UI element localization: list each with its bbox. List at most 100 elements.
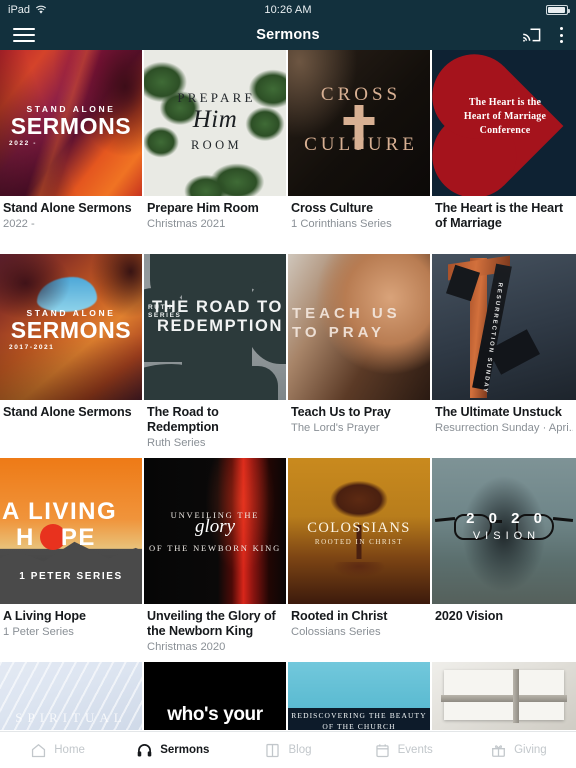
artwork-text: VISION bbox=[472, 530, 541, 542]
series-artwork[interactable]: RUTH SERIES THE ROAD TO REDEMPTION bbox=[144, 254, 286, 400]
series-card[interactable]: SPIRITUAL bbox=[0, 662, 144, 730]
series-card[interactable]: PREPARE Him ROOM Prepare Him Room Christ… bbox=[144, 50, 288, 254]
series-grid-partial-row: SPIRITUAL who's your REDISCOVERING THE B… bbox=[0, 662, 576, 730]
series-meta: Unveiling the Glory of the Newborn King … bbox=[144, 604, 288, 662]
series-meta: Stand Alone Sermons 2022 - bbox=[0, 196, 144, 254]
series-subtitle: 1 Peter Series bbox=[3, 626, 74, 638]
artwork-text: SERMONS bbox=[10, 113, 132, 139]
artwork-text: Him bbox=[192, 106, 238, 133]
series-artwork[interactable]: 2 0 2 0 VISION bbox=[432, 458, 576, 604]
artwork-text: SERMONS bbox=[10, 317, 132, 343]
series-artwork[interactable]: STAND ALONE SERMONS 2022 - bbox=[0, 50, 142, 196]
artwork-text: 2017-2021 bbox=[9, 344, 55, 351]
series-artwork[interactable]: who's your bbox=[144, 662, 286, 730]
artwork-text: The Heart is the Heart of Marriage Confe… bbox=[463, 97, 547, 136]
series-meta: Cross Culture 1 Corinthians Series bbox=[288, 196, 432, 254]
tab-giving[interactable]: Giving bbox=[461, 732, 576, 768]
tab-blog[interactable]: Blog bbox=[230, 732, 345, 768]
series-card[interactable]: STAND ALONE SERMONS 2017-2021 Stand Alon… bbox=[0, 254, 144, 458]
artwork-text: CULTURE bbox=[304, 134, 418, 155]
series-card[interactable]: A LIVING H PE 1 PETER SERIES A Living Ho… bbox=[0, 458, 144, 662]
series-artwork[interactable]: STAND ALONE SERMONS 2017-2021 bbox=[0, 254, 142, 400]
artwork-text: REDISCOVERING THE BEAUTY OF THE CHURCH bbox=[291, 711, 427, 730]
series-title: Prepare Him Room bbox=[147, 201, 259, 215]
series-artwork[interactable]: The Heart is the Heart of Marriage Confe… bbox=[432, 50, 576, 196]
app-bar-actions bbox=[522, 27, 563, 43]
tab-label: Home bbox=[54, 744, 85, 756]
series-subtitle: Colossians Series bbox=[291, 626, 381, 638]
book-icon bbox=[266, 743, 280, 757]
series-artwork[interactable]: RESURRECTION SUNDAY bbox=[432, 254, 576, 400]
series-artwork[interactable]: COLOSSIANS ROOTED IN CHRIST bbox=[288, 458, 430, 604]
series-meta: The Heart is the Heart of Marriage bbox=[432, 196, 576, 254]
series-meta: The Ultimate Unstuck Resurrection Sunday… bbox=[432, 400, 576, 458]
tab-label: Events bbox=[397, 744, 433, 756]
series-card[interactable] bbox=[432, 662, 576, 730]
series-card[interactable]: RESURRECTION SUNDAY The Ultimate Unstuck… bbox=[432, 254, 576, 458]
artwork-text: CROSS bbox=[320, 84, 402, 105]
page-title: Sermons bbox=[256, 27, 320, 43]
series-card[interactable]: who's your bbox=[144, 662, 288, 730]
series-card[interactable]: CROSS CULTURE Cross Culture 1 Corinthian… bbox=[288, 50, 432, 254]
series-card[interactable]: The Heart is the Heart of Marriage Confe… bbox=[432, 50, 576, 254]
series-title: Rooted in Christ bbox=[291, 609, 388, 623]
series-card[interactable]: COLOSSIANS ROOTED IN CHRIST Rooted in Ch… bbox=[288, 458, 432, 662]
series-title: Teach Us to Pray bbox=[291, 405, 391, 419]
series-title: Stand Alone Sermons bbox=[3, 405, 132, 419]
series-artwork[interactable]: REDISCOVERING THE BEAUTY OF THE CHURCH bbox=[288, 662, 430, 730]
series-meta: Stand Alone Sermons bbox=[0, 400, 144, 458]
artwork-text: TO PRAY bbox=[292, 324, 386, 341]
headphones-icon bbox=[137, 743, 152, 756]
series-artwork[interactable]: SPIRITUAL bbox=[0, 662, 142, 730]
series-card[interactable]: REDISCOVERING THE BEAUTY OF THE CHURCH bbox=[288, 662, 432, 730]
series-artwork[interactable]: UNVEILING THE glory OF THE NEWBORN KING bbox=[144, 458, 286, 604]
tab-label: Sermons bbox=[160, 744, 210, 756]
series-card[interactable]: STAND ALONE SERMONS 2022 - Stand Alone S… bbox=[0, 50, 144, 254]
artwork-text: TEACH US bbox=[292, 305, 401, 322]
artwork-text: ROOTED IN CHRIST bbox=[314, 538, 404, 546]
tab-events[interactable]: Events bbox=[346, 732, 461, 768]
calendar-icon bbox=[375, 743, 389, 757]
series-title: Stand Alone Sermons bbox=[3, 201, 132, 215]
series-card[interactable]: RUTH SERIES THE ROAD TO REDEMPTION The R… bbox=[144, 254, 288, 458]
series-artwork[interactable]: CROSS CULTURE bbox=[288, 50, 430, 196]
artwork-text: SPIRITUAL bbox=[15, 710, 127, 725]
series-artwork[interactable] bbox=[432, 662, 576, 730]
artwork-text: who's your bbox=[167, 704, 263, 725]
artwork-text: PREPARE bbox=[177, 90, 256, 105]
sermons-screen: iPad 10:26 AM Sermons STAND ALONE SERMON… bbox=[0, 0, 576, 768]
series-subtitle: Resurrection Sunday · Apri... bbox=[435, 422, 573, 434]
series-grid: STAND ALONE SERMONS 2022 - Stand Alone S… bbox=[0, 50, 576, 730]
series-card[interactable]: TEACH US TO PRAY Teach Us to Pray The Lo… bbox=[288, 254, 432, 458]
status-bar-right bbox=[546, 5, 570, 15]
series-title: The Ultimate Unstuck bbox=[435, 405, 562, 419]
artwork-text: OF THE NEWBORN KING bbox=[148, 543, 282, 553]
artwork-text: H PE bbox=[16, 524, 96, 551]
status-bar: iPad 10:26 AM bbox=[0, 0, 576, 20]
tab-sermons[interactable]: Sermons bbox=[115, 732, 230, 768]
artwork-text: glory bbox=[194, 516, 236, 537]
series-subtitle: The Lord's Prayer bbox=[291, 422, 380, 434]
status-bar-clock: 10:26 AM bbox=[264, 4, 312, 16]
series-meta: 2020 Vision bbox=[432, 604, 576, 662]
cast-icon[interactable] bbox=[522, 27, 541, 43]
series-artwork[interactable]: TEACH US TO PRAY bbox=[288, 254, 430, 400]
tab-home[interactable]: Home bbox=[0, 732, 115, 768]
artwork-text: THE ROAD TO bbox=[152, 298, 283, 316]
series-artwork[interactable]: PREPARE Him ROOM bbox=[144, 50, 286, 196]
gift-icon bbox=[492, 744, 506, 757]
series-card[interactable]: 2 0 2 0 VISION 2020 Vision bbox=[432, 458, 576, 662]
series-title: Unveiling the Glory of the Newborn King bbox=[147, 609, 276, 638]
hamburger-menu-icon[interactable] bbox=[13, 28, 35, 42]
series-artwork[interactable]: A LIVING H PE 1 PETER SERIES bbox=[0, 458, 142, 604]
bottom-tab-bar: Home Sermons Blog Events Giving bbox=[0, 731, 576, 768]
series-title: A Living Hope bbox=[3, 609, 86, 623]
series-subtitle: 1 Corinthians Series bbox=[291, 218, 392, 230]
series-meta: Teach Us to Pray The Lord's Prayer bbox=[288, 400, 432, 458]
series-card[interactable]: UNVEILING THE glory OF THE NEWBORN KING … bbox=[144, 458, 288, 662]
artwork-text: 2 0 2 0 bbox=[466, 510, 547, 527]
series-subtitle: Ruth Series bbox=[147, 437, 206, 449]
series-title: 2020 Vision bbox=[435, 609, 503, 623]
kebab-menu-icon[interactable] bbox=[559, 27, 563, 43]
app-bar: Sermons bbox=[0, 20, 576, 50]
